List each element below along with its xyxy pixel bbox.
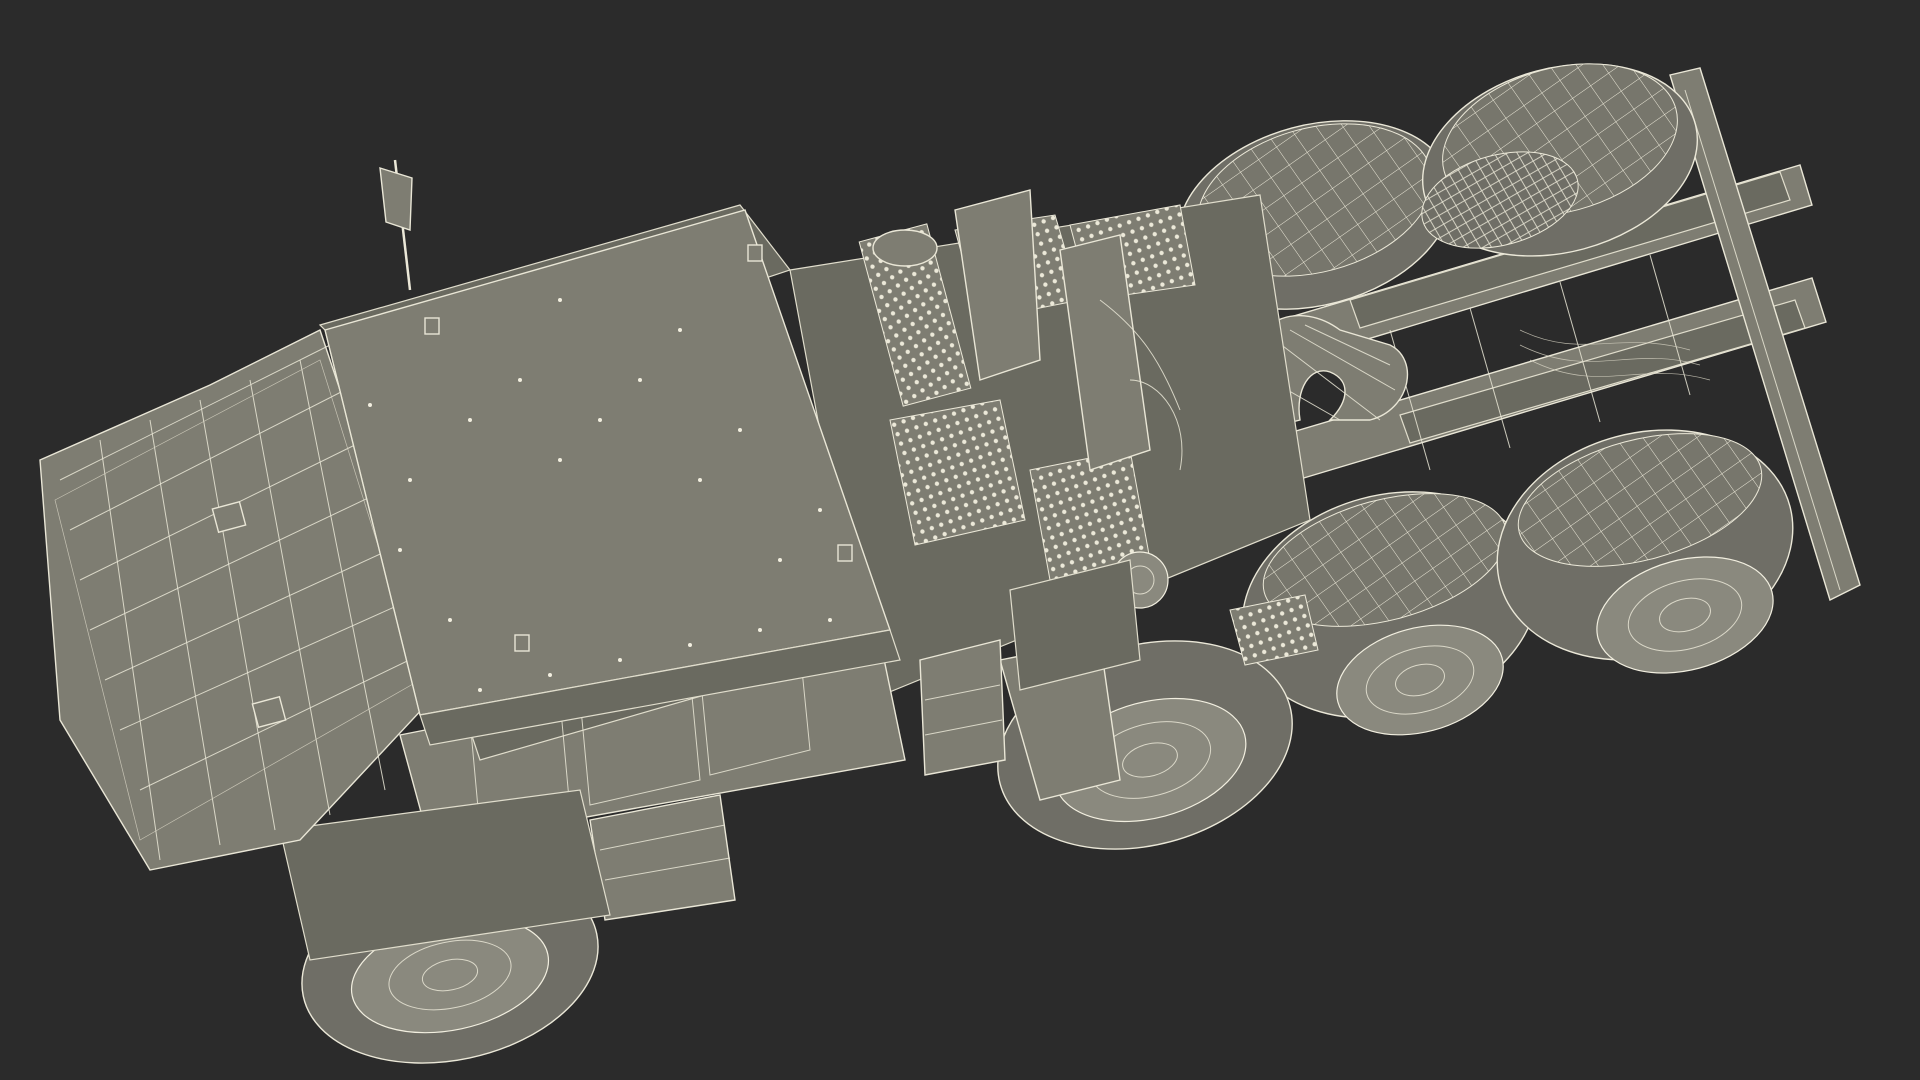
truck-wireframe-render [39,63,1861,1064]
rear-lower-tire-2 [1496,429,1794,674]
render-viewport [0,0,1920,1080]
antenna [379,159,413,291]
